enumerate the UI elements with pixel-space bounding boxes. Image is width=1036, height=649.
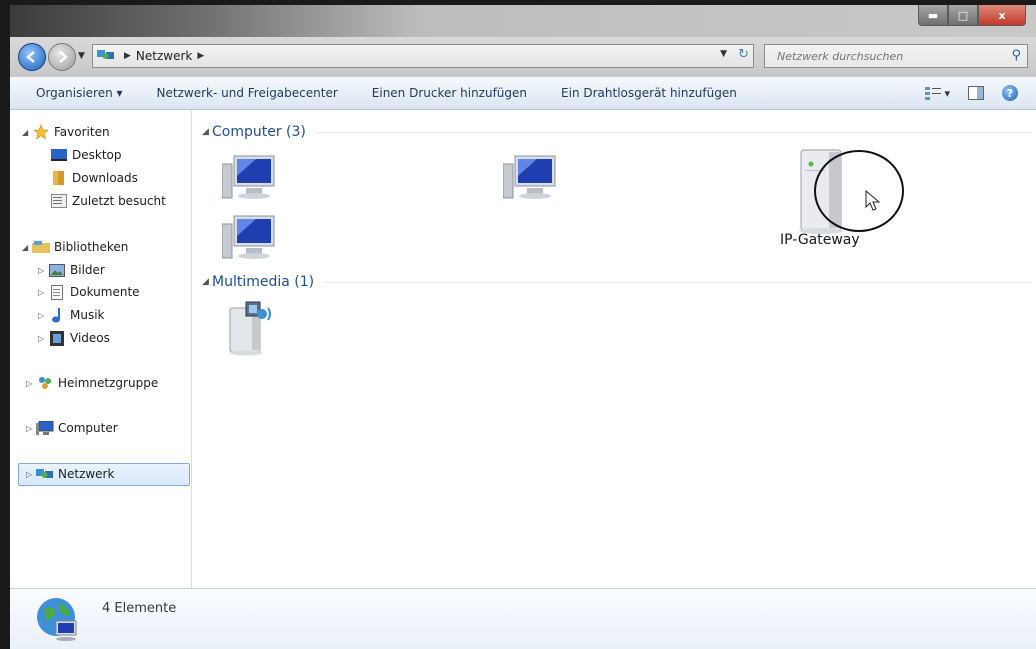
desktop-icon <box>50 147 68 163</box>
network-icon <box>97 48 115 65</box>
media-device-icon <box>229 301 271 356</box>
organize-button[interactable]: Organisieren ▾ <box>10 86 140 100</box>
help-button[interactable]: ? <box>1002 85 1018 101</box>
arrow-left-icon <box>26 51 35 63</box>
expanded-icon[interactable]: ◢ <box>22 243 32 252</box>
nav-item-favorites[interactable]: ◢ Favoriten <box>22 122 110 142</box>
collapsed-icon[interactable]: ▷ <box>38 266 48 275</box>
group-divider <box>315 131 1032 133</box>
nav-item-pictures[interactable]: ▷ Bilder <box>38 260 105 280</box>
nav-item-music[interactable]: ▷ Musik <box>38 305 105 325</box>
nav-item-recent[interactable]: Zuletzt besucht <box>50 191 166 211</box>
computer-icon <box>222 155 275 199</box>
star-icon <box>32 124 50 140</box>
add-wireless-button[interactable]: Ein Drahtlosgerät hinzufügen <box>544 86 754 100</box>
minimize-button[interactable]: ▬ <box>918 5 948 26</box>
address-bar[interactable]: ▶ Netzwerk ▶ ▼ ↻ <box>92 44 754 68</box>
computer-icon <box>36 420 54 436</box>
search-input[interactable] <box>765 48 999 64</box>
refresh-icon[interactable]: ↻ <box>738 47 749 62</box>
nav-item-videos[interactable]: ▷ Videos <box>38 328 110 348</box>
group-header-multimedia[interactable]: ◢ Multimedia (1) <box>202 271 1032 293</box>
history-dropdown-icon[interactable]: ▼ <box>78 51 85 61</box>
expanded-icon[interactable]: ◢ <box>202 127 212 137</box>
expanded-icon[interactable]: ◢ <box>202 277 212 287</box>
nav-item-documents[interactable]: ▷ Dokumente <box>38 282 140 302</box>
downloads-folder-icon <box>50 170 68 186</box>
mouse-cursor-icon <box>865 190 881 211</box>
network-icon <box>36 466 54 482</box>
help-icon: ? <box>1002 85 1018 101</box>
details-pane: 4 Elemente <box>10 588 1036 649</box>
command-bar: Organisieren ▾ Netzwerk- und Freigabecen… <box>10 77 1036 110</box>
search-box[interactable]: ⚲ <box>764 44 1028 68</box>
address-row: ▼ ▶ Netzwerk ▶ ▼ ↻ ⚲ <box>10 37 1036 77</box>
nav-item-network[interactable]: ▷ Netzwerk <box>26 464 114 484</box>
collapsed-icon[interactable]: ▷ <box>26 424 36 433</box>
nav-item-desktop[interactable]: Desktop <box>50 145 122 165</box>
window-controls: ▬ □ x <box>918 5 1026 27</box>
breadcrumb-network[interactable]: Netzwerk <box>136 49 192 63</box>
breadcrumb-separator-icon[interactable]: ▶ <box>124 51 131 61</box>
documents-icon <box>48 284 66 300</box>
nav-item-libraries[interactable]: ◢ Bibliotheken <box>22 237 128 257</box>
title-bar[interactable]: ▬ □ x <box>10 5 1036 37</box>
gateway-label: IP-Gateway <box>780 232 860 248</box>
collapsed-icon[interactable]: ▷ <box>26 379 36 388</box>
recent-places-icon <box>50 193 68 209</box>
multimedia-item[interactable] <box>224 300 276 356</box>
network-center-button[interactable]: Netzwerk- und Freigabecenter <box>140 86 355 100</box>
address-dropdown-icon[interactable]: ▼ <box>720 49 727 59</box>
homegroup-icon <box>36 375 54 391</box>
view-options-button[interactable]: ▾ <box>924 86 950 100</box>
nav-item-homegroup[interactable]: ▷ Heimnetzgruppe <box>26 373 158 393</box>
arrow-right-icon <box>59 51 68 63</box>
view-icon <box>924 87 941 100</box>
videos-icon <box>48 330 66 346</box>
network-globe-icon <box>34 595 82 647</box>
collapsed-icon[interactable]: ▷ <box>38 311 48 320</box>
collapsed-icon[interactable]: ▷ <box>38 334 48 343</box>
collapsed-icon[interactable]: ▷ <box>26 470 36 479</box>
computer-icon <box>503 155 556 199</box>
music-icon <box>48 307 66 323</box>
cursor-highlight-ring <box>814 150 904 232</box>
nav-item-downloads[interactable]: Downloads <box>50 168 138 188</box>
pictures-icon <box>48 262 66 278</box>
computer-item[interactable] <box>503 154 559 200</box>
item-count: 4 Elemente <box>102 601 177 616</box>
group-divider <box>324 281 1032 283</box>
nav-item-computer[interactable]: ▷ Computer <box>26 418 118 438</box>
back-button[interactable] <box>18 43 46 71</box>
preview-pane-icon <box>968 86 984 100</box>
expanded-icon[interactable]: ◢ <box>22 128 32 137</box>
maximize-button[interactable]: □ <box>948 5 978 26</box>
close-button[interactable]: x <box>978 5 1026 26</box>
search-icon[interactable]: ⚲ <box>1011 48 1021 63</box>
computer-icon <box>222 215 275 259</box>
content-pane[interactable]: ◢ Computer (3) IP-Gateway ◢ Multimedia (… <box>192 110 1036 588</box>
breadcrumb-separator-icon[interactable]: ▶ <box>197 51 204 61</box>
explorer-window: ▬ □ x ▼ ▶ Netzwerk ▶ ▼ ↻ ⚲ Organisieren … <box>10 5 1036 649</box>
group-header-computer[interactable]: ◢ Computer (3) <box>202 121 1032 143</box>
collapsed-icon[interactable]: ▷ <box>38 288 48 297</box>
navigation-pane: ◢ Favoriten Desktop Downloads Zuletzt be… <box>10 110 192 588</box>
add-printer-button[interactable]: Einen Drucker hinzufügen <box>355 86 544 100</box>
forward-button[interactable] <box>48 43 76 71</box>
libraries-icon <box>32 239 50 255</box>
computer-item[interactable] <box>222 154 278 200</box>
preview-pane-button[interactable] <box>968 86 984 100</box>
computer-item[interactable] <box>222 214 278 260</box>
